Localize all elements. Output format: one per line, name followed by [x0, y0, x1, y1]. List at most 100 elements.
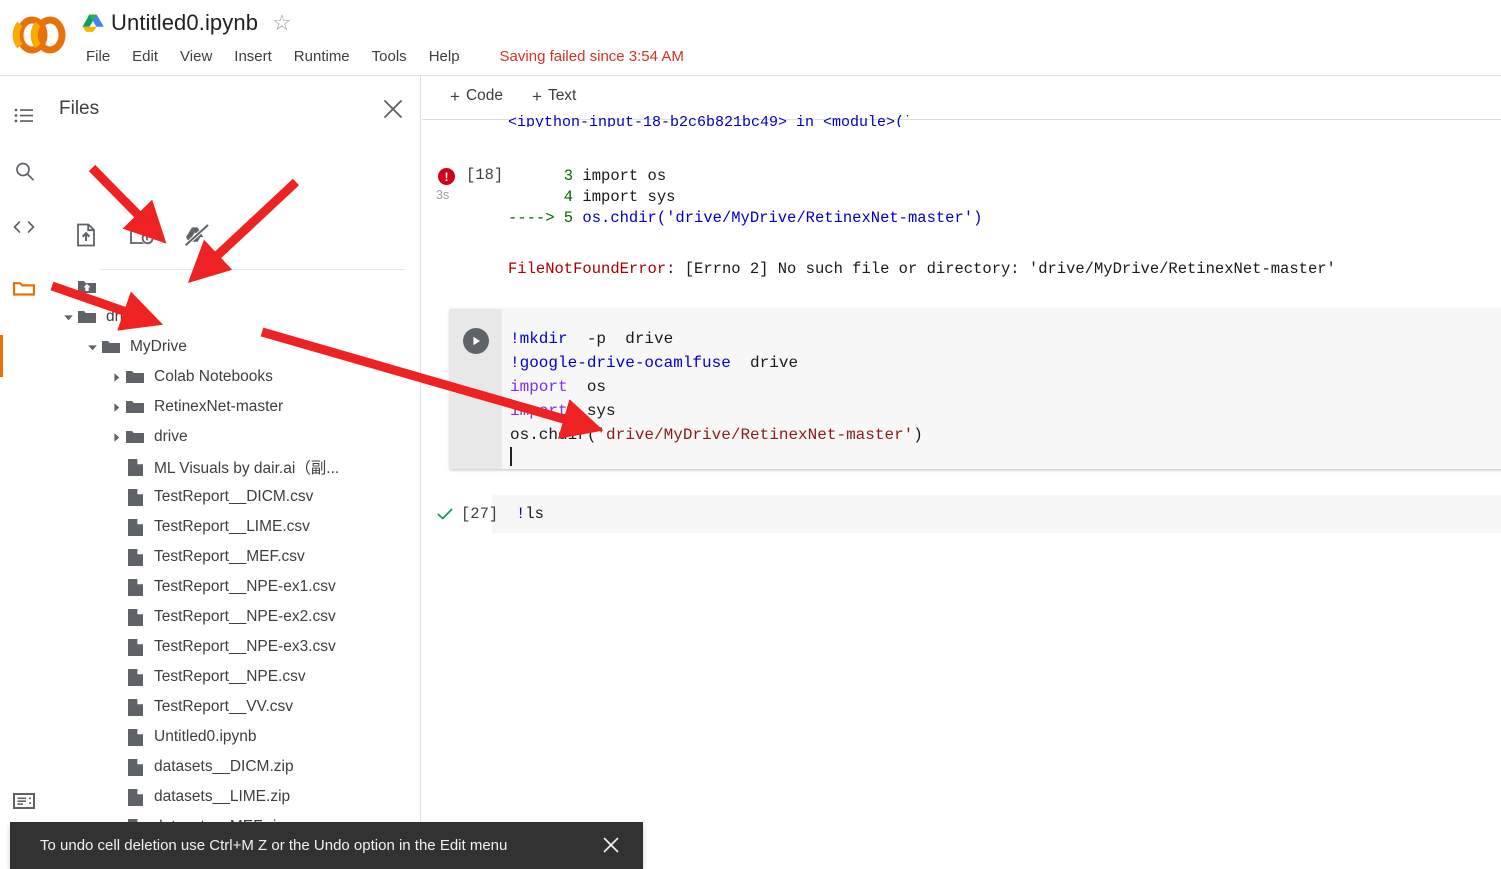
file-tree-file-row[interactable]: TestReport__NPE.csv [48, 662, 421, 692]
file-tree-folder-row[interactable]: RetinexNet-master [48, 392, 421, 422]
folder-icon [76, 307, 98, 327]
file-tree-folder-row[interactable]: drive [48, 422, 421, 452]
second-code-cell[interactable] [492, 495, 1501, 533]
file-tree-folder-row[interactable]: Colab Notebooks [48, 362, 421, 392]
menu-item-tools[interactable]: Tools [372, 48, 407, 65]
file-tree-label: TestReport__NPE-ex3.csv [154, 638, 336, 655]
check-icon [436, 505, 454, 523]
search-icon[interactable] [8, 155, 40, 187]
error-message-line: FileNotFoundError: [Errno 2] No such fil… [508, 259, 1336, 280]
error-icon[interactable]: ! [438, 168, 455, 185]
table-of-contents-icon[interactable] [8, 100, 40, 132]
play-icon[interactable] [463, 328, 489, 354]
unmount-drive-icon[interactable] [180, 218, 214, 252]
code-token: os [567, 378, 607, 396]
code-cell-gutter [450, 309, 502, 469]
code-line: os.chdir('drive/MyDrive/RetinexNet-maste… [510, 423, 923, 447]
notebook-title-row[interactable]: Untitled0.ipynb ☆ [82, 6, 292, 40]
menu-item-edit[interactable]: Edit [132, 48, 158, 65]
add-code-cell-button[interactable]: + Code [450, 87, 503, 105]
file-icon [124, 547, 146, 567]
traceback-line-code: import sys [582, 188, 676, 206]
file-icon [124, 607, 146, 627]
chevron-right-icon[interactable] [108, 369, 124, 385]
shell-bang: ! [516, 505, 526, 523]
file-tree-file-row[interactable]: Untitled0.ipynb [48, 722, 421, 752]
code-cell[interactable]: !mkdir -p drive !google-drive-ocamlfuse d… [450, 309, 1501, 469]
menu-item-insert[interactable]: Insert [234, 48, 272, 65]
file-icon [124, 787, 146, 807]
text-cursor [510, 447, 512, 466]
code-line: import sys [510, 399, 923, 423]
file-tree-file-row[interactable]: datasets__LIME.zip [48, 782, 421, 812]
file-tree-file-row[interactable]: TestReport__MEF.csv [48, 542, 421, 572]
notebook-area: + Code + Text <ipython-input-18-b2c6b821… [422, 76, 1501, 869]
second-cell-code: !ls [516, 505, 544, 523]
code-token: import [510, 402, 568, 420]
code-token: drive [730, 354, 799, 372]
folder-icon [100, 337, 122, 357]
file-icon [124, 667, 146, 687]
folder-icon [124, 397, 146, 417]
file-tree-file-row[interactable]: ML Visuals by dair.ai（副... [48, 452, 421, 482]
code-token: sys [567, 402, 616, 420]
plus-icon: + [532, 86, 542, 106]
rail-active-indicator [0, 335, 3, 377]
file-tree-file-row[interactable]: TestReport__NPE-ex1.csv [48, 572, 421, 602]
execution-count: [27] [461, 505, 499, 523]
add-text-label: Text [547, 87, 577, 104]
colab-window: Untitled0.ipynb ☆ File Edit View Insert … [0, 0, 1501, 869]
star-icon[interactable]: ☆ [272, 12, 292, 34]
execution-count: [18] [466, 166, 504, 184]
chevron-right-icon[interactable] [108, 399, 124, 415]
traceback-clipped-header: <ipython-input-18-b2c6b821bc49> in <modu… [508, 113, 908, 127]
left-rail [0, 76, 48, 869]
traceback-line-code: import os [582, 167, 667, 185]
code-snippets-icon[interactable] [8, 211, 40, 243]
menu-item-view[interactable]: View [180, 48, 212, 65]
code-editor[interactable]: !mkdir -p drive !google-drive-ocamlfuse d… [510, 327, 923, 447]
snackbar-message: To undo cell deletion use Ctrl+M Z or th… [40, 837, 508, 854]
file-tree[interactable]: drive MyDrive Colab Notebooks RetinexNet-ma… [48, 272, 421, 869]
chevron-down-icon[interactable] [60, 309, 76, 325]
file-tree-file-row[interactable]: TestReport__NPE-ex3.csv [48, 632, 421, 662]
traceback-line-number: 3 [508, 167, 583, 185]
file-tree-file-row[interactable]: TestReport__NPE-ex2.csv [48, 602, 421, 632]
file-tree-file-row[interactable]: datasets__DICM.zip [48, 752, 421, 782]
colab-logo[interactable] [12, 12, 70, 58]
add-code-label: Code [465, 87, 503, 104]
cell-run-time: 3s [436, 188, 450, 202]
file-tree-file-row[interactable]: TestReport__LIME.csv [48, 512, 421, 542]
traceback-line-number: ----> 5 [508, 209, 583, 227]
file-tree-file-row[interactable]: TestReport__VV.csv [48, 692, 421, 722]
code-token: ) [913, 426, 923, 444]
file-tree-label: datasets__DICM.zip [154, 758, 294, 775]
file-tree-file-row[interactable]: TestReport__DICM.csv [48, 482, 421, 512]
file-tree-folder-row[interactable] [48, 272, 421, 302]
menu-item-help[interactable]: Help [429, 48, 460, 65]
file-tree-label: TestReport__VV.csv [154, 698, 294, 715]
file-tree-folder-row[interactable]: drive [48, 302, 421, 332]
terminal-icon[interactable] [8, 785, 40, 817]
file-icon [124, 697, 146, 717]
add-text-cell-button[interactable]: + Text [532, 87, 576, 105]
close-icon[interactable] [380, 96, 406, 122]
folder-icon [124, 367, 146, 387]
refresh-folder-icon[interactable] [125, 218, 159, 252]
upload-file-icon[interactable] [69, 218, 103, 252]
error-message: : [Errno 2] No such file or directory: '… [666, 260, 1336, 278]
menu-item-runtime[interactable]: Runtime [294, 48, 350, 65]
file-tree-label: datasets__LIME.zip [154, 788, 291, 805]
traceback-line: 4 import sys [508, 187, 676, 208]
close-icon[interactable] [601, 835, 621, 855]
menu-item-file[interactable]: File [86, 48, 110, 65]
chevron-right-icon[interactable] [108, 429, 124, 445]
files-toolbar [48, 214, 421, 260]
shell-command: ls [525, 505, 544, 523]
file-icon [124, 577, 146, 597]
file-tree-folder-row[interactable]: MyDrive [48, 332, 421, 362]
chevron-down-icon[interactable] [84, 339, 100, 355]
folder-icon[interactable] [8, 272, 40, 304]
traceback-line: 3 import os [508, 166, 666, 187]
traceback-frame-link[interactable]: <ipython-input-18-b2c6b821bc49> in <modu… [508, 114, 908, 127]
